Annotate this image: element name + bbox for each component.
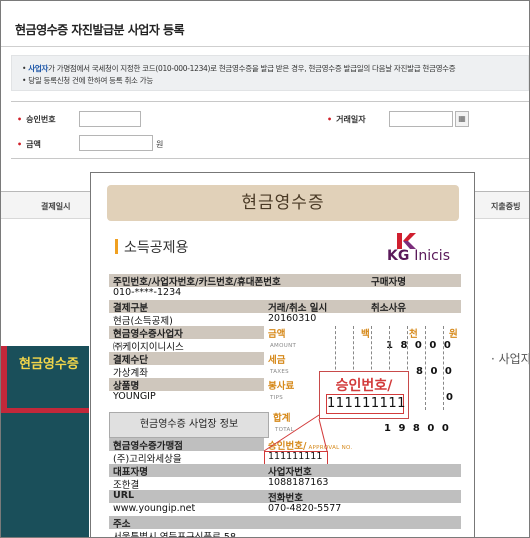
amount-en-label: AMOUNT [264,339,304,352]
notice-line-1: • 사업자가 가명점에서 국세청이 지정한 코드(010-000-1234)로 … [22,64,456,73]
callout-pointer [263,414,328,452]
amount-digits: 18000 [386,340,459,351]
title-divider [1,46,529,47]
header-url: URL [109,490,264,503]
value-ceo: 조한결 [109,477,264,490]
value-address: 서울특별시 영등포구신풍로 58 [109,529,461,537]
value-phone: 070-4820-5577 [264,503,461,516]
header-amount: 금액 [264,326,314,339]
calendar-icon[interactable]: ▦ [455,111,469,127]
amount-divider [425,326,426,410]
logo-text: KG Inicis [387,248,450,264]
tax-en-label: TAXES [264,365,304,378]
store-info-label: 현금영수증 사업장 정보 [109,412,269,438]
service-digit: 0 [446,392,461,403]
notice-highlight: 사업자 [28,64,49,73]
total-digits: 19800 [384,423,457,434]
receipt-popup: 현금영수증 소득공제용 KG Inicis 주민번호/사업자번호/카드번호/휴대… [90,172,475,537]
kg-inicis-logo: KG Inicis [387,230,461,266]
service-en-label: TIPS [264,391,304,404]
unit-thousand: 천 [409,326,429,339]
value-product: YOUNGIP [109,391,264,404]
header-phone: 전화번호 [264,490,461,503]
header-ceo: 대표자명 [109,464,264,477]
header-id: 주민번호/사업자번호/카드번호/휴대폰번호 [109,274,367,287]
header-address: 주소 [109,516,461,529]
unit-won: 원 [449,326,461,339]
page-frame: 현금영수증 자진발급분 사업자 등록 • 사업자가 가명점에서 국세청이 지정한… [0,0,530,538]
receipt-subtitle: 소득공제용 [115,237,188,257]
receipt-title: 현금영수증 [107,185,459,221]
tax-digits: 800 [416,366,460,377]
value-store: (주)고리와세상을 [109,451,264,464]
header-issuer: 현금영수증사업자 [109,326,264,339]
header-trade-date: 거래/취소 일시 [264,300,367,313]
won-unit: 원 [156,140,164,149]
notice-box: • 사업자가 가명점에서 국세청이 지정한 코드(010-000-1234)로 … [11,55,529,91]
callout-value: 111111111 [326,394,405,414]
header-cancel-reason: 취소사유 [367,300,461,313]
header-product: 상품명 [109,378,264,391]
header-tax: 세금 [264,352,304,365]
left-banner-text: 현금영수증 [19,357,79,372]
header-store: 현금영수증가맹점 [109,438,264,451]
header-method: 결제수단 [109,352,264,365]
amount-divider [443,326,444,410]
trade-date-input[interactable] [389,111,453,127]
trade-date-label: • 거래일자 [327,115,366,124]
value-issuer: ㈜케이지이니시스 [109,339,264,352]
approval-callout: 승인번호/ 111111111 [319,371,409,419]
notice-line-2-text: 당일 등록신청 건에 한하여 등록 취소 가능 [28,76,153,85]
value-buyer [367,287,461,300]
col-pay-date: 결제일시 [41,202,71,211]
value-bizno: 1088187163 [264,477,461,490]
header-pay-type: 결제구분 [109,300,264,313]
amount-label: • 금액 [17,140,41,149]
header-buyer: 구매자명 [367,274,461,287]
approval-number-input[interactable] [79,111,141,127]
value-url: www.youngip.net [109,503,264,516]
notice-line-2: • 당일 등록신청 건에 한하여 등록 취소 가능 [22,76,153,85]
amount-input[interactable] [79,135,153,151]
value-pay-type: 현금(소득공제) [109,313,264,326]
header-service: 봉사료 [264,378,309,391]
value-id: 010-****-1234 [109,287,367,300]
notice-line-1-text: 가 가명점에서 국세청이 지정한 코드(010-000-1234)로 현금영수증… [48,64,456,73]
value-trade-date: 20160310 [264,313,367,326]
approval-label: • 승인번호 [17,115,56,124]
header-bizno: 사업자번호 [264,464,461,477]
page-title: 현금영수증 자진발급분 사업자 등록 [15,23,185,37]
col-evidence: 지출증빙 [491,202,521,211]
right-side-text: · 사업자 [491,352,530,366]
search-form: • 승인번호 • 거래일자 ▦ • 금액 원 [11,101,529,159]
callout-title: 승인번호/ [335,378,393,394]
value-method: 가상계좌 [109,365,264,378]
